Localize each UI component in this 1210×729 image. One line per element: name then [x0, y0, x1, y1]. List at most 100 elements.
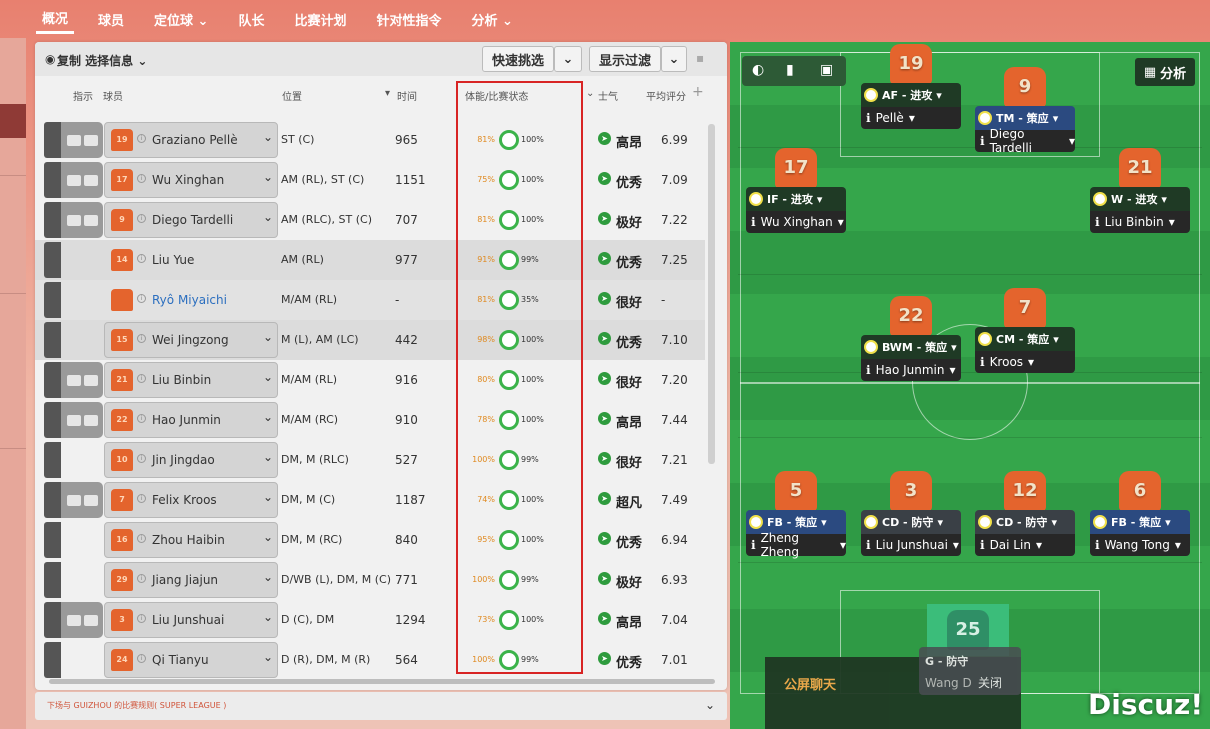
- selection-tag[interactable]: [44, 202, 61, 238]
- selection-tag[interactable]: [44, 642, 61, 678]
- instruction-icons[interactable]: [61, 162, 103, 198]
- view-pie-icon[interactable]: ◐: [752, 62, 764, 78]
- player-selector[interactable]: ℹ Liu Binbin ▾: [1090, 211, 1190, 233]
- player-name[interactable]: Wei Jingzong: [152, 333, 229, 347]
- col-position[interactable]: 位置: [282, 88, 302, 103]
- info-icon[interactable]: i: [137, 294, 146, 303]
- instruction-icons[interactable]: [61, 482, 103, 518]
- selection-tag[interactable]: [44, 562, 61, 598]
- chevron-down-icon[interactable]: ⌄: [263, 490, 273, 504]
- player-name[interactable]: Graziano Pellè: [152, 133, 238, 147]
- col-rating[interactable]: 平均评分: [646, 88, 686, 103]
- instruction-icons[interactable]: [61, 122, 103, 158]
- col-morale[interactable]: 士气: [598, 88, 618, 103]
- pitch-player[interactable]: 9 TM - 策应 ▾ ℹ Diego Tardelli ▾: [975, 67, 1075, 155]
- goalkeeper-role-box[interactable]: G - 防守 Wang D 关闭: [919, 647, 1021, 695]
- player-selector[interactable]: ℹ Dai Lin ▾: [975, 534, 1075, 556]
- analysis-button[interactable]: ▦ 分析: [1135, 58, 1195, 86]
- player-selector[interactable]: ℹ Hao Junmin ▾: [861, 359, 961, 381]
- player-name[interactable]: Felix Kroos: [152, 493, 217, 507]
- player-name[interactable]: Qi Tianyu: [152, 653, 209, 667]
- pitch-player[interactable]: 21 W - 进攻 ▾ ℹ Liu Binbin ▾: [1090, 148, 1190, 233]
- selection-tag[interactable]: [44, 122, 61, 158]
- player-name[interactable]: Jin Jingdao: [152, 453, 215, 467]
- chevron-down-icon[interactable]: ⌄: [263, 410, 273, 424]
- chevron-down-icon[interactable]: ⌄: [263, 330, 273, 344]
- player-name[interactable]: Wu Xinghan: [152, 173, 224, 187]
- chevron-down-icon[interactable]: ⌄: [263, 530, 273, 544]
- pitch-player[interactable]: 19 AF - 进攻 ▾ ℹ Pellè ▾: [861, 44, 961, 129]
- player-selector[interactable]: ℹ Kroos ▾: [975, 351, 1075, 373]
- table-row[interactable]: 9 i Diego Tardelli ⌄ AM (RLC), ST (C) 707 81% 1…: [35, 200, 705, 240]
- col-player[interactable]: 球员: [103, 88, 123, 103]
- info-icon[interactable]: i: [137, 454, 146, 463]
- selection-tag[interactable]: [44, 362, 61, 398]
- info-icon[interactable]: i: [137, 334, 146, 343]
- tab-analysis[interactable]: 分析 ⌄: [466, 6, 519, 33]
- tab-match-plan[interactable]: 比赛计划: [288, 6, 352, 33]
- role-selector[interactable]: CD - 防守 ▾: [975, 510, 1075, 534]
- table-row[interactable]: 16 i Zhou Haibin ⌄ DM, M (RC) 840 95% 100% ➤ 优秀 6.…: [35, 520, 705, 560]
- chevron-down-icon[interactable]: ⌄: [263, 650, 273, 664]
- lock-icon[interactable]: ▪: [696, 51, 704, 65]
- role-selector[interactable]: IF - 进攻 ▾: [746, 187, 846, 211]
- instruction-icons[interactable]: [61, 202, 103, 238]
- player-name[interactable]: Liu Binbin: [152, 373, 211, 387]
- selection-tag[interactable]: [44, 522, 61, 558]
- player-name[interactable]: Jiang Jiajun: [152, 573, 218, 587]
- tab-overview[interactable]: 概况: [36, 4, 75, 34]
- player-selector[interactable]: ℹ Wang Tong ▾: [1090, 534, 1190, 556]
- role-selector[interactable]: CD - 防守 ▾: [861, 510, 961, 534]
- chevron-down-icon[interactable]: ⌄: [263, 210, 273, 224]
- info-icon[interactable]: i: [137, 134, 146, 143]
- info-icon[interactable]: i: [137, 414, 146, 423]
- display-filter-button[interactable]: 显示过滤: [589, 46, 661, 72]
- chevron-down-icon[interactable]: ⌄: [263, 570, 273, 584]
- instruction-icons[interactable]: [61, 362, 103, 398]
- pitch-player[interactable]: 22 BWM - 策应 ▾ ℹ Hao Junmin ▾: [861, 296, 961, 381]
- selection-tag[interactable]: [44, 442, 61, 478]
- tab-players[interactable]: 球员: [92, 6, 130, 33]
- table-row[interactable]: 21 i Liu Binbin ⌄ M/AM (RL) 916 80% 100% ➤ 很好 7.20: [35, 360, 705, 400]
- tab-set-pieces[interactable]: 定位球 ⌄: [148, 6, 214, 33]
- player-name[interactable]: Zhou Haibin: [152, 533, 225, 547]
- table-row[interactable]: 14 i Liu Yue AM (RL) 977 91% 99% ➤ 优秀 7.25: [35, 240, 705, 280]
- pitch-player[interactable]: 3 CD - 防守 ▾ ℹ Liu Junshuai ▾: [861, 471, 961, 556]
- expand-chevron-icon[interactable]: ⌄: [705, 698, 715, 712]
- role-selector[interactable]: FB - 策应 ▾: [1090, 510, 1190, 534]
- chevron-down-icon[interactable]: ⌄: [263, 170, 273, 184]
- info-icon[interactable]: i: [137, 534, 146, 543]
- copy-selection-dropdown[interactable]: 复制 选择信息 ⌄: [57, 52, 147, 69]
- player-name[interactable]: Liu Yue: [152, 253, 194, 267]
- info-icon[interactable]: i: [137, 574, 146, 583]
- info-icon[interactable]: i: [137, 614, 146, 623]
- player-selector[interactable]: ℹ Zheng Zheng ▾: [746, 531, 846, 559]
- pitch-player[interactable]: 12 CD - 防守 ▾ ℹ Dai Lin ▾: [975, 471, 1075, 556]
- table-row[interactable]: 19 i Graziano Pellè ⌄ ST (C) 965 81% 100% ➤ 高昂 6.9…: [35, 120, 705, 160]
- eye-icon[interactable]: ◉: [45, 52, 55, 66]
- chevron-down-icon[interactable]: ⌄: [263, 610, 273, 624]
- instruction-icons[interactable]: [61, 602, 103, 638]
- quick-pick-button[interactable]: 快速挑选: [482, 46, 554, 72]
- chevron-down-icon[interactable]: ⌄: [263, 130, 273, 144]
- view-bars-icon[interactable]: ▮: [786, 62, 794, 78]
- col-time[interactable]: 时间: [397, 88, 417, 103]
- player-name[interactable]: Diego Tardelli: [152, 213, 233, 227]
- player-name[interactable]: Liu Junshuai: [152, 613, 224, 627]
- player-name[interactable]: Hao Junmin: [152, 413, 221, 427]
- view-grid-icon[interactable]: ▣: [820, 62, 833, 78]
- role-selector[interactable]: W - 进攻 ▾: [1090, 187, 1190, 211]
- table-row[interactable]: 17 i Wu Xinghan ⌄ AM (RL), ST (C) 1151 75% 100%…: [35, 160, 705, 200]
- pitch-player[interactable]: 7 CM - 策应 ▾ ℹ Kroos ▾: [975, 288, 1075, 373]
- table-row[interactable]: 22 i Hao Junmin ⌄ M/AM (RC) 910 78% 100% ➤ 高昂 7.44: [35, 400, 705, 440]
- table-row[interactable]: 15 i Wei Jingzong ⌄ M (L), AM (LC) 442 98% 100%…: [35, 320, 705, 360]
- player-selector[interactable]: ℹ Liu Junshuai ▾: [861, 534, 961, 556]
- role-selector[interactable]: BWM - 策应 ▾: [861, 335, 961, 359]
- col-instructions[interactable]: 指示: [73, 88, 93, 103]
- pitch-player[interactable]: 6 FB - 策应 ▾ ℹ Wang Tong ▾: [1090, 471, 1190, 556]
- table-row[interactable]: 29 i Jiang Jiajun ⌄ D/WB (L), DM, M (C) 771 10…: [35, 560, 705, 600]
- pitch-player[interactable]: 5 FB - 策应 ▾ ℹ Zheng Zheng ▾: [746, 471, 846, 559]
- info-icon[interactable]: i: [137, 374, 146, 383]
- tab-captains[interactable]: 队长: [232, 6, 270, 33]
- info-icon[interactable]: i: [137, 214, 146, 223]
